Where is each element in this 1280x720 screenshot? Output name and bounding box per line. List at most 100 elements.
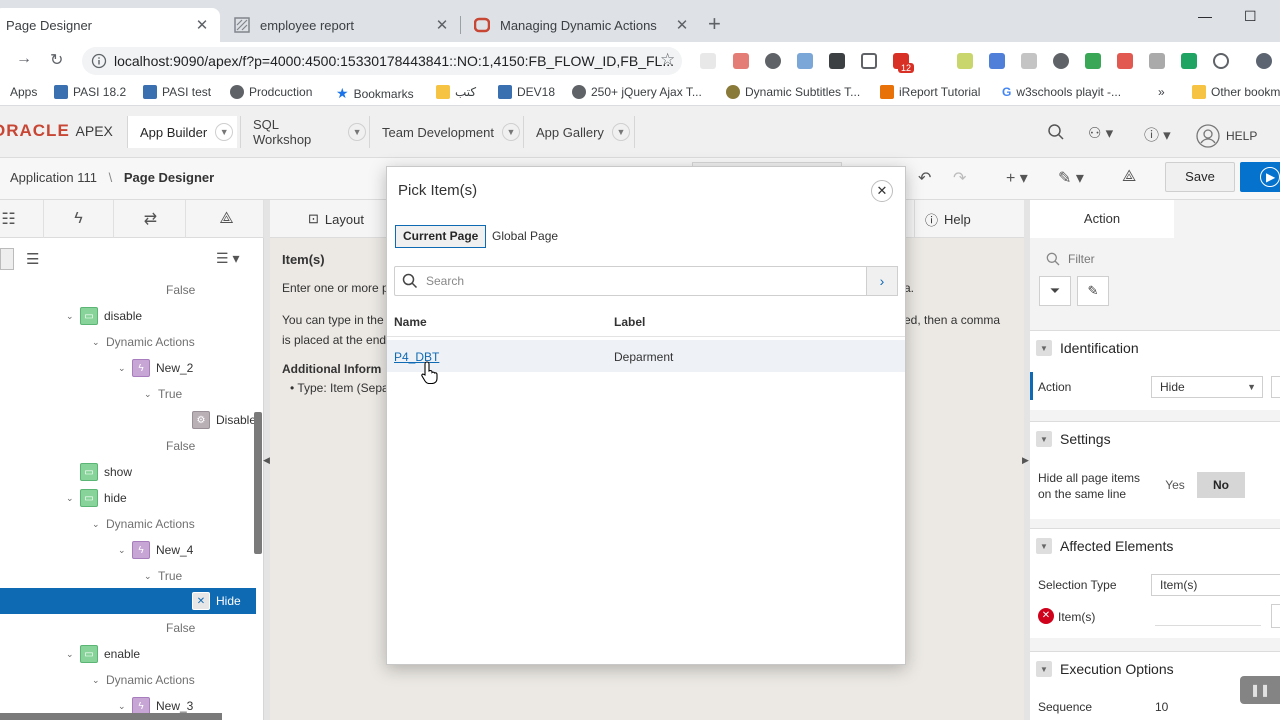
tab-current-page[interactable]: Current Page bbox=[395, 225, 487, 248]
tab-layout[interactable]: ⊡ Layout bbox=[308, 200, 390, 238]
tree-node-false[interactable]: False bbox=[166, 433, 195, 459]
chevron-down-icon[interactable]: ▼ bbox=[1036, 661, 1052, 677]
redo-icon[interactable]: ↷ bbox=[953, 168, 966, 188]
chevron-down-icon[interactable]: ▼ bbox=[611, 123, 630, 141]
horizontal-scrollbar[interactable] bbox=[0, 713, 222, 720]
tab-processing[interactable]: ⇄ bbox=[116, 200, 186, 238]
dialog-search-input[interactable]: Search bbox=[394, 266, 867, 296]
tree-node-false[interactable]: False bbox=[166, 615, 195, 641]
extension-icon[interactable] bbox=[1117, 53, 1133, 69]
tab-shared[interactable]: ⟁ bbox=[190, 200, 264, 238]
bookmark-dynamic-subtitles[interactable]: Dynamic Subtitles T... bbox=[726, 85, 860, 99]
undo-icon[interactable]: ↶ bbox=[918, 168, 931, 188]
selection-type-select[interactable]: Item(s) bbox=[1151, 574, 1280, 596]
tab-help[interactable]: ⓘ Help bbox=[914, 200, 1004, 238]
extension-icon[interactable] bbox=[1053, 53, 1069, 69]
chevron-down-icon[interactable]: ⌄ bbox=[66, 649, 80, 660]
admin-user-icon[interactable]: ⚇ ▾ bbox=[1088, 124, 1113, 142]
filter-input[interactable]: Filter bbox=[1036, 246, 1280, 272]
group-header-execution-options[interactable]: ▼ Execution Options bbox=[1036, 661, 1174, 677]
new-tab-icon[interactable]: + bbox=[708, 13, 721, 35]
filter-funnel-button[interactable]: ⏷ bbox=[1039, 276, 1071, 306]
bookmark-jquery-ajax[interactable]: 250+ jQuery Ajax T... bbox=[572, 85, 702, 99]
maximize-icon[interactable]: ☐ bbox=[1244, 8, 1257, 25]
close-icon[interactable]: ✕ bbox=[434, 16, 450, 34]
reload-icon[interactable]: ↻ bbox=[50, 50, 63, 70]
breadcrumb-application[interactable]: Application 111 bbox=[10, 170, 97, 185]
dialog-search-go-button[interactable]: › bbox=[866, 266, 898, 296]
items-input[interactable] bbox=[1155, 606, 1261, 626]
tree-node-dynamic-actions[interactable]: ⌄ Dynamic Actions bbox=[92, 667, 195, 693]
translate-icon[interactable] bbox=[989, 53, 1005, 69]
menu-app-gallery[interactable]: App Gallery ▼ bbox=[523, 116, 635, 148]
tab-dynamic-actions[interactable]: ϟ bbox=[44, 200, 114, 238]
pause-icon[interactable]: ❚❚ bbox=[1240, 676, 1280, 704]
close-icon[interactable]: ✕ bbox=[674, 16, 690, 34]
profile-avatar[interactable] bbox=[1256, 53, 1272, 69]
tab-action[interactable]: Action bbox=[1030, 200, 1174, 238]
chevron-down-icon[interactable]: ⌄ bbox=[144, 571, 158, 582]
tree-menu-icon[interactable]: ☰ ▾ bbox=[216, 250, 239, 267]
extension-icon[interactable] bbox=[1021, 53, 1037, 69]
tree-node-disable[interactable]: ⌄ ▭ disable bbox=[66, 303, 142, 329]
bookmark-apps[interactable]: Apps bbox=[10, 85, 37, 99]
chevron-down-icon[interactable]: ⌄ bbox=[92, 675, 106, 686]
forward-arrow-icon[interactable]: → bbox=[16, 50, 32, 68]
tree-view-button[interactable] bbox=[0, 248, 14, 270]
list-view-icon[interactable]: ☰ bbox=[26, 250, 39, 268]
bookmark-dev18[interactable]: DEV18 bbox=[498, 85, 555, 99]
wrench-icon[interactable] bbox=[829, 53, 845, 69]
extension-icon[interactable] bbox=[797, 53, 813, 69]
chevron-down-icon[interactable]: ▼ bbox=[502, 123, 520, 141]
tree-node-new-4[interactable]: ⌄ ϟ New_4 bbox=[118, 537, 193, 563]
chevron-down-icon[interactable]: ▼ bbox=[1036, 431, 1052, 447]
sequence-value[interactable]: 10 bbox=[1155, 700, 1168, 714]
tab-global-page[interactable]: Global Page bbox=[484, 225, 566, 248]
tree-node-true[interactable]: ⌄ True bbox=[144, 563, 182, 589]
chevron-down-icon[interactable]: ⌄ bbox=[92, 337, 106, 348]
info-icon[interactable] bbox=[91, 53, 107, 69]
chevron-down-icon[interactable]: ⌄ bbox=[92, 519, 106, 530]
more-bookmarks-icon[interactable]: » bbox=[1158, 85, 1165, 99]
minimize-icon[interactable]: — bbox=[1198, 8, 1212, 24]
save-button[interactable]: Save bbox=[1165, 162, 1235, 192]
menu-team-development[interactable]: Team Development ▼ bbox=[369, 116, 521, 148]
extension-icon[interactable] bbox=[1213, 53, 1229, 69]
chevron-down-icon[interactable]: ⌄ bbox=[118, 701, 132, 712]
star-icon[interactable]: ☆ bbox=[660, 50, 675, 70]
utilities-menu-icon[interactable]: ✎ ▾ bbox=[1058, 168, 1084, 188]
tree-node-disable-action[interactable]: ⚙ Disable bbox=[192, 407, 256, 433]
bookmark-prodcuction[interactable]: Prodcuction bbox=[230, 85, 312, 99]
tree-node-dynamic-actions[interactable]: ⌄ Dynamic Actions bbox=[92, 511, 195, 537]
bookmark-folder-kutub[interactable]: كتب bbox=[436, 85, 476, 99]
help-circle-icon[interactable]: ⓘ ▾ bbox=[1144, 124, 1171, 145]
shared-components-icon[interactable]: ⟁ bbox=[1122, 168, 1136, 186]
chevron-down-icon[interactable]: ⌄ bbox=[66, 493, 80, 504]
tree-node-new-2[interactable]: ⌄ ϟ New_2 bbox=[118, 355, 193, 381]
tree-node-hide[interactable]: ⌄ ▭ hide bbox=[66, 485, 127, 511]
bookmark-w3schools[interactable]: Gw3schools playit -... bbox=[1002, 85, 1121, 99]
bookmark-other[interactable]: Other bookm bbox=[1192, 85, 1280, 99]
extension-icon[interactable] bbox=[1149, 53, 1165, 69]
tree-node-hide-action[interactable]: ✕ Hide bbox=[192, 588, 241, 614]
bookmark-pasi-18-2[interactable]: PASI 18.2 bbox=[54, 85, 126, 99]
group-header-identification[interactable]: ▼ Identification bbox=[1036, 340, 1139, 356]
chevron-down-icon[interactable]: ⌄ bbox=[66, 311, 80, 322]
action-select-extra[interactable] bbox=[1271, 376, 1280, 398]
collapse-right-icon[interactable]: ▶ bbox=[1022, 455, 1029, 466]
close-icon[interactable]: ✕ bbox=[194, 16, 210, 34]
pocket-icon[interactable] bbox=[861, 53, 877, 69]
tab-rendering[interactable]: ☷ bbox=[0, 200, 44, 238]
user-menu[interactable]: HELP bbox=[1196, 124, 1257, 148]
browser-tab-employee-report[interactable]: employee report ✕ bbox=[222, 8, 460, 42]
extension-icon[interactable] bbox=[700, 53, 716, 69]
extension-icon[interactable] bbox=[733, 53, 749, 69]
items-picker-button[interactable] bbox=[1271, 604, 1280, 628]
chevron-down-icon[interactable]: ▼ bbox=[1036, 538, 1052, 554]
browser-tab-managing-dynamic-actions[interactable]: Managing Dynamic Actions ✕ bbox=[462, 8, 700, 42]
linkedin-icon[interactable] bbox=[1085, 53, 1101, 69]
tree-node-dynamic-actions[interactable]: ⌄ Dynamic Actions bbox=[92, 329, 195, 355]
bookmark-pasi-test[interactable]: PASI test bbox=[143, 85, 211, 99]
bookmark-bookmarks[interactable]: ★ Bookmarks bbox=[336, 85, 414, 102]
tree-node-enable[interactable]: ⌄ ▭ enable bbox=[66, 641, 140, 667]
